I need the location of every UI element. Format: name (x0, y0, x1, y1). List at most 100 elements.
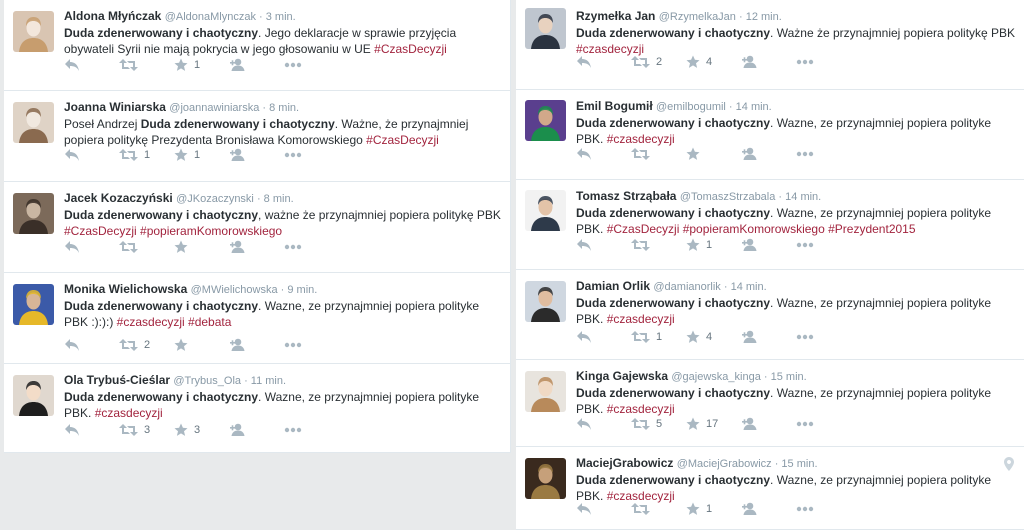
hashtags[interactable]: #czasdecyzji (95, 406, 163, 420)
hashtags[interactable]: #czasdecyzji (607, 132, 675, 146)
retweet-button[interactable] (631, 238, 686, 252)
favorite-button[interactable]: 1 (174, 58, 229, 72)
hashtags[interactable]: #CzasDecyzji (366, 133, 439, 147)
author-name[interactable]: Aldona Młyńczak (64, 9, 161, 23)
favorite-button[interactable]: 17 (686, 417, 741, 431)
author-handle[interactable]: @JKozaczynski (176, 193, 254, 205)
hashtags[interactable]: #CzasDecyzji (374, 42, 447, 56)
favorite-button[interactable] (174, 240, 229, 254)
author-handle[interactable]: @MWielichowska (191, 284, 278, 296)
avatar[interactable] (525, 100, 566, 141)
tweet[interactable]: Emil Bogumił @emilbogumil · 14 min. Duda … (516, 90, 1024, 180)
tweet-time[interactable]: 9 min. (287, 284, 317, 296)
author-handle[interactable]: @joannawiniarska (169, 102, 259, 114)
reply-button[interactable] (64, 148, 119, 162)
retweet-button[interactable] (119, 58, 174, 72)
avatar[interactable] (13, 11, 54, 52)
hashtags[interactable]: #czasdecyzji (607, 312, 675, 326)
author-handle[interactable]: @RzymelkaJan (659, 11, 736, 23)
author-handle[interactable]: @damianorlik (653, 281, 720, 293)
favorite-button[interactable]: 4 (686, 330, 741, 344)
avatar[interactable] (525, 281, 566, 322)
author-name[interactable]: Emil Bogumił (576, 99, 653, 113)
author-handle[interactable]: @gajewska_kinga (671, 371, 760, 383)
author-handle[interactable]: @emilbogumil (656, 101, 726, 113)
follow-button[interactable] (741, 147, 796, 161)
location-pin-icon[interactable] (1004, 457, 1014, 474)
author-name[interactable]: Kinga Gajewska (576, 369, 668, 383)
more-button[interactable] (284, 244, 339, 250)
tweet[interactable]: Joanna Winiarska @joannawiniarska · 8 mi… (4, 91, 510, 182)
reply-button[interactable] (64, 240, 119, 254)
follow-button[interactable] (741, 502, 796, 516)
tweet[interactable]: Ola Trybuś-Cieślar @Trybus_Ola · 11 min.… (4, 364, 510, 453)
avatar[interactable] (525, 190, 566, 231)
tweet-time[interactable]: 15 min. (771, 371, 807, 383)
tweet[interactable]: Damian Orlik @damianorlik · 14 min. Duda … (516, 270, 1024, 360)
author-name[interactable]: Joanna Winiarska (64, 100, 166, 114)
tweet-time[interactable]: 8 min. (269, 102, 299, 114)
favorite-button[interactable]: 1 (174, 148, 229, 162)
follow-button[interactable] (229, 240, 284, 254)
avatar[interactable] (525, 8, 566, 49)
reply-button[interactable] (64, 58, 119, 72)
tweet-time[interactable]: 12 min. (746, 11, 782, 23)
retweet-button[interactable]: 2 (119, 338, 174, 352)
tweet-time[interactable]: 11 min. (251, 375, 286, 387)
follow-button[interactable] (741, 330, 796, 344)
hashtags[interactable]: #czasdecyzji (607, 402, 675, 416)
tweet-time[interactable]: 3 min. (266, 11, 296, 23)
retweet-button[interactable]: 1 (119, 148, 174, 162)
reply-button[interactable] (576, 417, 631, 431)
retweet-button[interactable]: 1 (631, 330, 686, 344)
tweet[interactable]: Aldona Młyńczak @AldonaMlynczak · 3 min.… (4, 0, 510, 91)
hashtags[interactable]: #CzasDecyzji #popieramKomorowskiego (64, 224, 282, 238)
retweet-button[interactable]: 5 (631, 417, 686, 431)
more-button[interactable] (284, 427, 339, 433)
author-name[interactable]: Monika Wielichowska (64, 282, 187, 296)
follow-button[interactable] (229, 58, 284, 72)
tweet-time[interactable]: 8 min. (264, 193, 294, 205)
tweet[interactable]: Monika Wielichowska @MWielichowska · 9 m… (4, 273, 510, 364)
avatar[interactable] (13, 193, 54, 234)
tweet-time[interactable]: 14 min. (731, 281, 767, 293)
author-handle[interactable]: @MaciejGrabowicz (677, 458, 772, 470)
reply-button[interactable] (576, 238, 631, 252)
tweet-time[interactable]: 14 min. (736, 101, 772, 113)
more-button[interactable] (284, 62, 339, 68)
retweet-button[interactable]: 3 (119, 423, 174, 437)
hashtags[interactable]: #czasdecyzji #debata (117, 315, 232, 329)
more-button[interactable] (796, 334, 851, 340)
avatar[interactable] (13, 375, 54, 416)
follow-button[interactable] (229, 148, 284, 162)
author-name[interactable]: Damian Orlik (576, 279, 650, 293)
tweet[interactable]: Rzymełka Jan @RzymelkaJan · 12 min. Duda … (516, 0, 1024, 90)
more-button[interactable] (284, 152, 339, 158)
more-button[interactable] (796, 151, 851, 157)
retweet-button[interactable] (631, 502, 686, 516)
tweet-time[interactable]: 14 min. (785, 191, 821, 203)
tweet-time[interactable]: 15 min. (781, 458, 817, 470)
retweet-button[interactable]: 2 (631, 55, 686, 69)
reply-button[interactable] (576, 502, 631, 516)
tweet[interactable]: MaciejGrabowicz @MaciejGrabowicz · 15 mi… (516, 447, 1024, 530)
favorite-button[interactable]: 3 (174, 423, 229, 437)
reply-button[interactable] (64, 423, 119, 437)
more-button[interactable] (284, 342, 339, 348)
favorite-button[interactable]: 4 (686, 55, 741, 69)
favorite-button[interactable] (686, 147, 741, 161)
reply-button[interactable] (576, 330, 631, 344)
more-button[interactable] (796, 242, 851, 248)
follow-button[interactable] (741, 55, 796, 69)
favorite-button[interactable] (174, 338, 229, 352)
tweet[interactable]: Jacek Kozaczyński @JKozaczynski · 8 min.… (4, 182, 510, 273)
author-name[interactable]: Rzymełka Jan (576, 9, 655, 23)
follow-button[interactable] (229, 423, 284, 437)
author-name[interactable]: Jacek Kozaczyński (64, 191, 173, 205)
reply-button[interactable] (64, 338, 119, 352)
author-handle[interactable]: @TomaszStrzabala (680, 191, 776, 203)
retweet-button[interactable] (631, 147, 686, 161)
follow-button[interactable] (741, 417, 796, 431)
more-button[interactable] (796, 506, 851, 512)
more-button[interactable] (796, 421, 851, 427)
